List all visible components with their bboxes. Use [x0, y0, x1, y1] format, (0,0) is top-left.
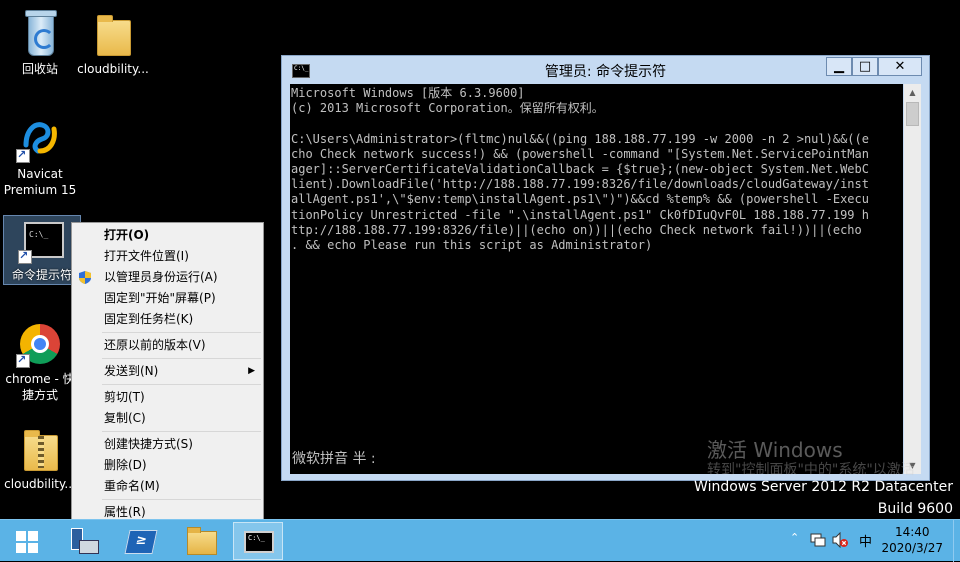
uac-shield-icon: [79, 271, 91, 284]
desktop-icon-cloudbility-zip[interactable]: cloudbility...: [2, 425, 78, 492]
start-button[interactable]: [2, 522, 52, 560]
os-edition: Windows Server 2012 R2 Datacenter: [694, 479, 953, 495]
menu-item-send-to[interactable]: 发送到(N) ▶: [72, 361, 263, 382]
desktop-icon-label: 回收站: [21, 62, 58, 76]
menu-item-rename[interactable]: 重命名(M): [72, 476, 263, 497]
command-prompt-icon: C:\_: [244, 531, 274, 553]
menu-item-restore-previous-versions[interactable]: 还原以前的版本(V): [72, 335, 263, 356]
menu-separator: [102, 384, 261, 385]
volume-muted-icon[interactable]: [832, 532, 848, 548]
desktop-icon-label: chrome - 快捷方式: [5, 372, 75, 402]
desktop-icon-label: 命令提示符: [11, 268, 72, 282]
command-prompt-icon: C:\_: [18, 216, 66, 264]
show-hidden-icons-chevron-icon[interactable]: ⌃: [790, 531, 799, 544]
chrome-icon: [16, 320, 64, 368]
server-manager-icon: [71, 528, 99, 554]
show-desktop-button[interactable]: [953, 520, 960, 562]
ime-status: 微软拼音 半 :: [292, 451, 376, 467]
taskbar-file-explorer[interactable]: [175, 522, 225, 560]
menu-item-pin-to-taskbar[interactable]: 固定到任务栏(K): [72, 309, 263, 330]
scroll-up-icon[interactable]: ▲: [904, 84, 921, 101]
menu-item-open-file-location[interactable]: 打开文件位置(I): [72, 246, 263, 267]
ime-indicator[interactable]: 中: [859, 531, 872, 550]
menu-separator: [102, 499, 261, 500]
taskbar-server-manager[interactable]: [57, 522, 107, 560]
title-bar[interactable]: C:\_ 管理员: 命令提示符 ▁ □ ✕: [282, 56, 929, 83]
menu-separator: [102, 332, 261, 333]
menu-item-copy[interactable]: 复制(C): [72, 408, 263, 429]
desktop-icon-recycle-bin[interactable]: 回收站: [2, 10, 78, 77]
taskbar-powershell[interactable]: ≥: [115, 522, 165, 560]
context-menu: 打开(O) 打开文件位置(I) 以管理员身份运行(A) 固定到"开始"屏幕(P)…: [71, 222, 264, 526]
cmd-window[interactable]: C:\_ 管理员: 命令提示符 ▁ □ ✕ Microsoft Windows …: [281, 55, 930, 481]
shortcut-arrow-icon: [16, 352, 30, 368]
os-build: Build 9600: [877, 501, 953, 517]
taskbar: ≥ C:\_ ⌃ 中 14:40 2020/3/27: [0, 519, 960, 562]
console-text: Microsoft Windows [版本 6.3.9600] (c) 2013…: [291, 86, 869, 253]
maximize-button[interactable]: □: [852, 57, 878, 76]
folder-icon: [187, 527, 217, 555]
desktop-icon-label: Navicat Premium 15: [3, 167, 77, 197]
menu-item-delete[interactable]: 删除(D): [72, 455, 263, 476]
system-tray: ⌃ 中 14:40 2020/3/27: [760, 520, 960, 562]
navicat-icon: [16, 115, 64, 163]
menu-item-create-shortcut[interactable]: 创建快捷方式(S): [72, 434, 263, 455]
scroll-thumb[interactable]: [906, 102, 919, 126]
menu-item-run-as-admin[interactable]: 以管理员身份运行(A): [72, 267, 263, 288]
clock-time: 14:40: [894, 525, 930, 539]
console-output[interactable]: Microsoft Windows [版本 6.3.9600] (c) 2013…: [290, 84, 903, 474]
minimize-button[interactable]: ▁: [826, 57, 852, 76]
zip-folder-icon: [16, 425, 64, 473]
folder-icon: [89, 10, 137, 58]
taskbar-command-prompt[interactable]: C:\_: [233, 522, 283, 560]
desktop-icon-cloudbility-folder[interactable]: cloudbility...: [75, 10, 151, 77]
powershell-icon: ≥: [124, 530, 158, 554]
menu-separator: [102, 358, 261, 359]
menu-item-pin-to-start[interactable]: 固定到"开始"屏幕(P): [72, 288, 263, 309]
shortcut-arrow-icon: [18, 248, 32, 264]
close-button[interactable]: ✕: [878, 57, 922, 76]
windows-logo-icon: [16, 531, 38, 553]
desktop-icon-navicat[interactable]: Navicat Premium 15: [2, 115, 78, 198]
desktop-icon-chrome-shortcut[interactable]: chrome - 快捷方式: [2, 320, 78, 403]
desktop-icon-command-prompt[interactable]: C:\_ 命令提示符: [3, 215, 81, 285]
desktop: 回收站 cloudbility... Navicat Premium 15 C:…: [0, 0, 960, 526]
shortcut-arrow-icon: [16, 147, 30, 163]
window-controls: ▁ □ ✕: [826, 57, 922, 77]
recycle-bin-icon: [16, 10, 64, 58]
menu-separator: [102, 431, 261, 432]
desktop-icon-label: cloudbility...: [77, 62, 149, 76]
clock-date: 2020/3/27: [881, 541, 943, 555]
activation-watermark-text: 转到"控制面板"中的"系统"以激活: [707, 462, 915, 478]
network-icon[interactable]: [810, 532, 826, 548]
menu-item-cut[interactable]: 剪切(T): [72, 387, 263, 408]
vertical-scrollbar[interactable]: ▲ ▼: [904, 84, 921, 474]
desktop-icon-label: cloudbility...: [4, 477, 76, 491]
clock[interactable]: 14:40 2020/3/27: [881, 524, 943, 556]
submenu-arrow-icon: ▶: [248, 366, 255, 376]
menu-item-open[interactable]: 打开(O): [72, 225, 263, 246]
